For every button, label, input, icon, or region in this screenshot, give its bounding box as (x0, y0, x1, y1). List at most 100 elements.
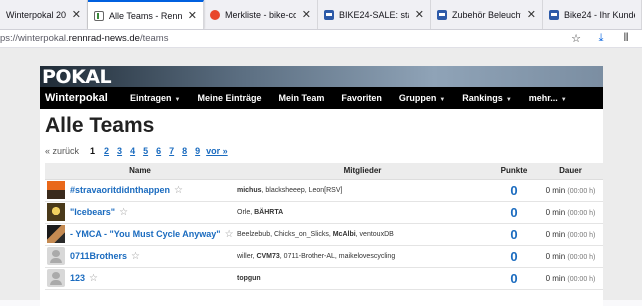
tab-title: Winterpokal 2021/2022 - (6, 9, 66, 20)
team-duration-hours: (00:00 h) (567, 253, 596, 261)
table-row: "Icebears" ☆ Orle, BÄHRTA 0 0 min (00:00 h) (45, 201, 603, 224)
browser-tab[interactable]: Winterpokal 2021/2022 - ✕ (0, 0, 88, 29)
browser-tab[interactable]: Merkliste - bike-compon ✕ (204, 0, 318, 29)
team-duration: 0 min (545, 207, 566, 217)
team-members-cell: Orle, BÄHRTA (235, 201, 490, 224)
team-name-link[interactable]: "Icebears" (70, 207, 115, 217)
team-members-cell: willer, CVM73, 0711-Brother-AL, maikelov… (235, 245, 490, 268)
team-duration-hours: (00:00 h) (567, 275, 596, 283)
nav-item-label: Rankings (462, 93, 503, 103)
caret-down-icon: ▼ (505, 97, 512, 103)
team-name-link[interactable]: #stravaoritdidnthappen (70, 185, 170, 195)
nav-item[interactable]: Favoriten (341, 93, 382, 103)
browser-tab[interactable]: Alle Teams - Rennrad-Ne ✕ (88, 0, 204, 29)
team-avatar[interactable] (47, 203, 65, 221)
nav-item[interactable]: Gruppen ▼ (399, 93, 445, 103)
page-background: POKAL Winterpokal Eintragen ▼ Meine Einträ… (0, 48, 642, 306)
team-avatar[interactable] (47, 181, 65, 199)
browser-tab[interactable]: BIKE24-SALE: starke Rabat ✕ (318, 0, 431, 29)
download-icon[interactable]: ⤓ (595, 32, 607, 44)
nav-item[interactable]: mehr... ▼ (529, 93, 567, 103)
nav-item-label: Favoriten (341, 93, 382, 103)
team-name-cell: "Icebears" ☆ (45, 201, 235, 224)
tab-close-icon[interactable]: ✕ (302, 8, 311, 21)
browser-tab[interactable]: Zubehör Beleuchtung vo ✕ (431, 0, 543, 29)
nav-item-label: Eintragen (130, 93, 172, 103)
url-text[interactable]: ps://winterpokal.rennrad-news.de/teams (0, 33, 168, 44)
team-name-link[interactable]: 123 (70, 273, 85, 283)
tab-close-icon[interactable]: ✕ (527, 8, 536, 21)
browser-tab[interactable]: Bike24 - Ihr Kundenkonto (543, 0, 642, 29)
col-points[interactable]: Punkte (490, 163, 538, 180)
team-duration-cell: 0 min (00:00 h) (538, 267, 603, 290)
nav-item-label: mehr... (528, 93, 558, 103)
pager-page-link[interactable]: 2 (102, 145, 111, 157)
col-duration[interactable]: Dauer (538, 163, 603, 180)
team-avatar[interactable] (47, 225, 65, 243)
library-icon[interactable]: ⫴ (620, 32, 632, 44)
team-name-link[interactable]: 0711Brothers (70, 251, 127, 261)
nav-brand[interactable]: Winterpokal (40, 92, 130, 104)
team-duration-cell: 0 min (00:00 h) (538, 179, 603, 202)
tab-title: Zubehör Beleuchtung vo (452, 9, 521, 20)
pager-page-link[interactable]: 6 (154, 145, 163, 157)
bookmark-star-icon[interactable]: ☆ (570, 32, 582, 45)
page-title: Alle Teams (45, 114, 155, 137)
pager-back: « zurück (45, 146, 80, 156)
nav-item[interactable]: Mein Team (278, 93, 324, 103)
nav-item-label: Mein Team (278, 93, 325, 103)
favorite-star-icon[interactable]: ☆ (131, 251, 140, 262)
pager-page-link[interactable]: 5 (141, 145, 150, 157)
col-name[interactable]: Name (45, 163, 235, 180)
table-header-row: Name Mitglieder Punkte Dauer (45, 163, 603, 180)
team-duration: 0 min (545, 251, 566, 261)
pager-page-link[interactable]: 3 (115, 145, 124, 157)
team-avatar[interactable] (47, 269, 65, 287)
right-gutter (603, 66, 642, 300)
team-name-cell: 123 ☆ (45, 267, 235, 290)
team-duration-hours: (00:00 h) (567, 231, 596, 239)
pager-page-link[interactable]: 7 (167, 145, 176, 157)
pager-page-link[interactable]: 8 (180, 145, 189, 157)
team-points[interactable]: 0 (490, 267, 538, 290)
team-points[interactable]: 0 (490, 245, 538, 268)
team-name-link[interactable]: - YMCA - "You Must Cycle Anyway" (70, 229, 221, 239)
caret-down-icon: ▼ (560, 97, 567, 103)
team-duration-hours: (00:00 h) (567, 187, 596, 195)
tab-title: Alle Teams - Rennrad-Ne (109, 10, 182, 21)
favorite-star-icon[interactable]: ☆ (89, 273, 98, 284)
nav-item-label: Meine Einträge (197, 93, 262, 103)
nav-item-label: Gruppen (398, 93, 437, 103)
nav-item[interactable]: Meine Einträge (197, 93, 261, 103)
browser-tab-strip: Winterpokal 2021/2022 - ✕Alle Teams - Re… (0, 0, 642, 30)
pager-next-link[interactable]: vor » (206, 146, 228, 156)
team-points[interactable]: 0 (490, 223, 538, 246)
tab-favicon-icon (94, 10, 104, 21)
site-logo[interactable]: POKAL (42, 67, 112, 87)
nav-item[interactable]: Rankings ▼ (462, 93, 511, 103)
team-duration-hours: (00:00 h) (567, 209, 596, 217)
team-duration: 0 min (545, 229, 566, 239)
team-points[interactable]: 0 (490, 179, 538, 202)
team-name-cell: - YMCA - "You Must Cycle Anyway" ☆ (45, 223, 235, 246)
site-container: POKAL Winterpokal Eintragen ▼ Meine Einträ… (40, 66, 603, 306)
favorite-star-icon[interactable]: ☆ (119, 207, 128, 218)
tab-title: Merkliste - bike-compon (225, 9, 296, 20)
team-members-cell: michus, blacksheeep, Leon[RSV] (235, 179, 490, 202)
header-banner: POKAL (40, 66, 603, 87)
team-avatar[interactable] (47, 247, 65, 265)
tab-title: BIKE24-SALE: starke Rabat (339, 9, 409, 20)
tab-close-icon[interactable]: ✕ (188, 9, 197, 22)
favorite-star-icon[interactable]: ☆ (174, 185, 183, 196)
url-bar[interactable]: ps://winterpokal.rennrad-news.de/teams ☆… (0, 30, 642, 48)
caret-down-icon: ▼ (439, 97, 446, 103)
team-members-cell: topgun (235, 267, 490, 290)
pager-page-link[interactable]: 9 (193, 145, 202, 157)
tab-close-icon[interactable]: ✕ (415, 8, 424, 21)
nav-item[interactable]: Eintragen ▼ (130, 93, 180, 103)
tab-favicon-icon (437, 9, 447, 20)
favorite-star-icon[interactable]: ☆ (225, 229, 234, 240)
tab-close-icon[interactable]: ✕ (72, 8, 81, 21)
pager-page-link[interactable]: 4 (128, 145, 137, 157)
team-points[interactable]: 0 (490, 201, 538, 224)
